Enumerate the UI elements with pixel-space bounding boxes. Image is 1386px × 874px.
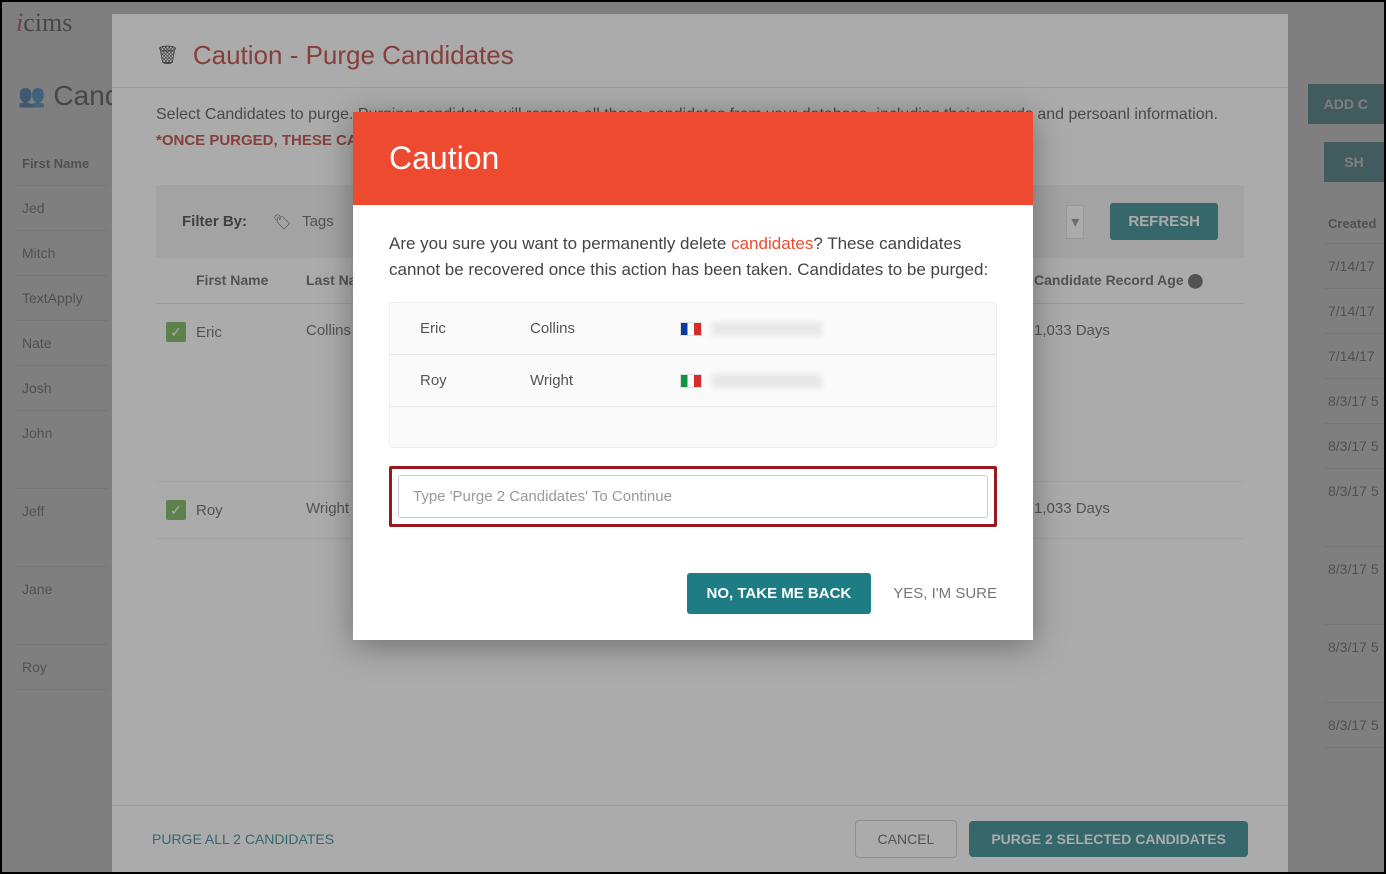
caution-table-row: Roy Wright xyxy=(390,355,996,407)
caution-body: Are you sure you want to permanently del… xyxy=(353,205,1033,555)
flag-icon xyxy=(680,322,702,336)
caution-confirm-modal: Caution Are you sure you want to permane… xyxy=(353,112,1033,640)
caution-candidate-table: Eric Collins Roy Wright xyxy=(389,302,997,449)
yes-im-sure-button[interactable]: YES, I'M SURE xyxy=(893,585,997,602)
flag-icon xyxy=(680,374,702,388)
redacted-text xyxy=(712,374,822,388)
caution-msg-pre: Are you sure you want to permanently del… xyxy=(389,234,731,253)
caution-msg-highlight: candidates xyxy=(731,234,813,253)
caution-cell-last: Wright xyxy=(530,369,680,392)
caution-header: Caution xyxy=(353,112,1033,205)
caution-cell-last: Collins xyxy=(530,317,680,340)
redacted-text xyxy=(712,322,822,336)
caution-cell-first: Eric xyxy=(420,317,530,340)
caution-cell-email xyxy=(680,317,822,340)
caution-cell-first: Roy xyxy=(420,369,530,392)
confirm-input[interactable] xyxy=(398,475,988,518)
no-take-me-back-button[interactable]: NO, TAKE ME BACK xyxy=(687,573,872,614)
confirm-input-highlight xyxy=(389,466,997,527)
caution-cell-email xyxy=(680,369,822,392)
caution-footer: NO, TAKE ME BACK YES, I'M SURE xyxy=(353,555,1033,640)
caution-message: Are you sure you want to permanently del… xyxy=(389,231,997,284)
caution-table-row: Eric Collins xyxy=(390,303,996,355)
